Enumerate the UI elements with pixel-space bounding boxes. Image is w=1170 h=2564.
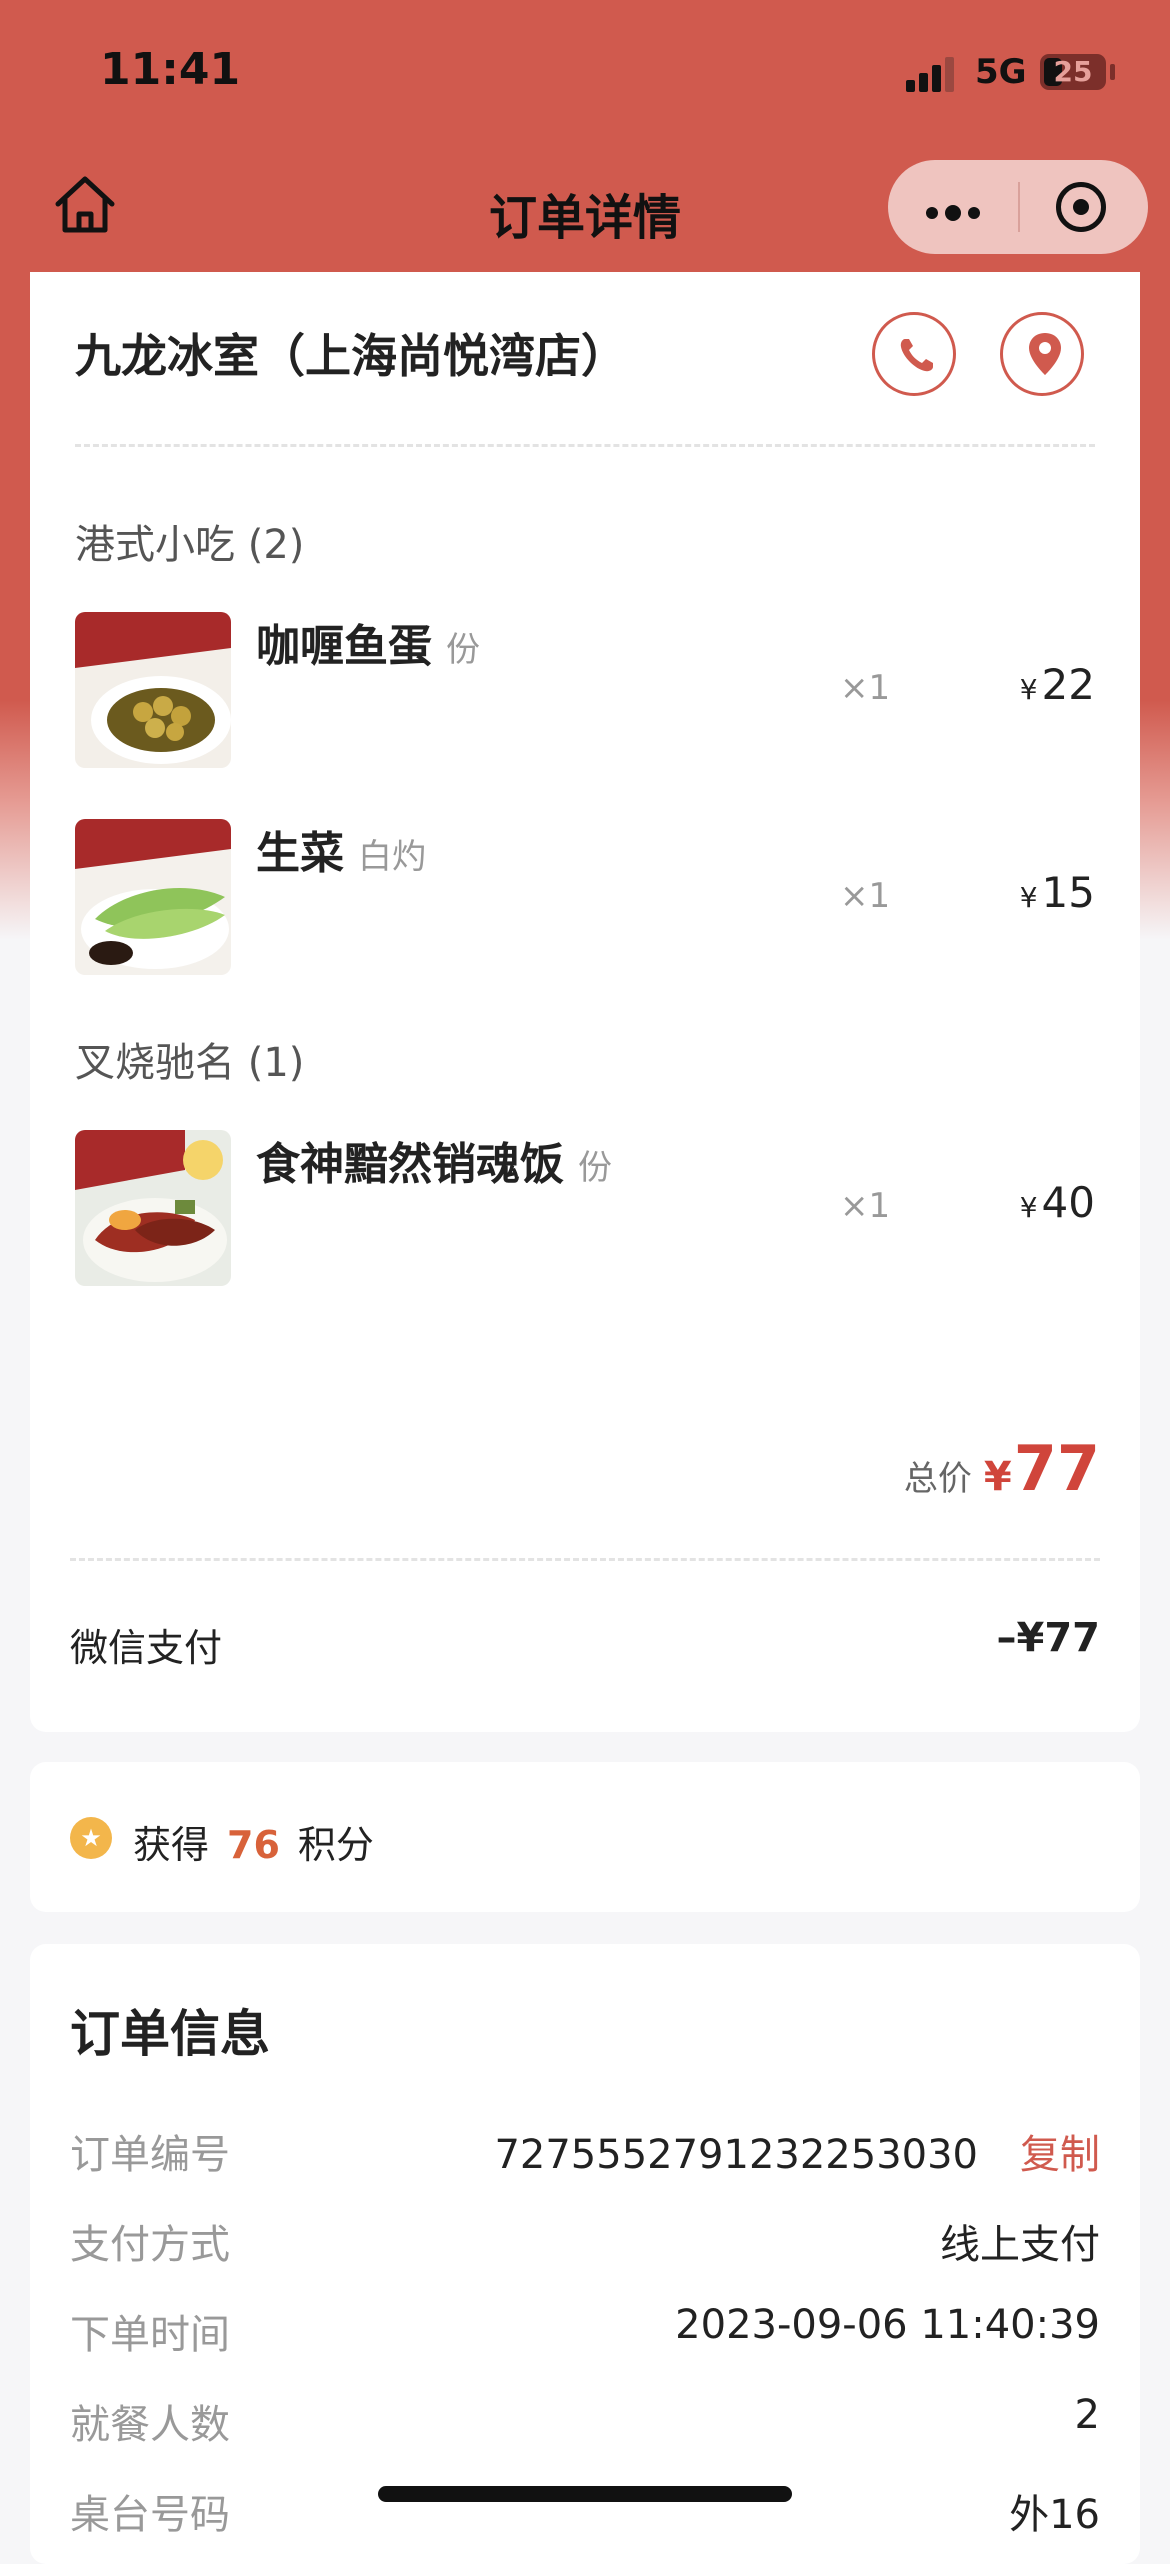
info-key: 支付方式 (70, 2222, 230, 2268)
info-row-order-number: 订单编号 7275552791232253030 复制 (70, 2122, 1100, 2182)
info-key: 就餐人数 (70, 2402, 230, 2448)
dish-name-text: 咖喱鱼蛋 (256, 621, 432, 672)
battery-level: 25 (1053, 55, 1093, 88)
total-label: 总价 (903, 1459, 972, 1499)
info-key: 桌台号码 (70, 2492, 230, 2538)
points-card: ★ 获得 76 积分 (30, 1762, 1140, 1912)
dish-name: 咖喱鱼蛋份 (256, 610, 480, 674)
info-key: 下单时间 (70, 2312, 230, 2358)
dish-image (75, 612, 231, 768)
dish-price: ¥22 (1020, 660, 1095, 709)
store-name: 九龙冰室（上海尚悦湾店） (75, 329, 627, 383)
close-miniapp-button[interactable] (1056, 182, 1106, 232)
miniapp-capsule (888, 160, 1148, 254)
copy-button[interactable]: 复制 (1020, 2132, 1100, 2178)
info-row-order-time: 下单时间 2023-09-06 11:40:39 (70, 2302, 1100, 2362)
phone-icon (900, 339, 933, 372)
total-amount: 77 (1013, 1432, 1100, 1505)
currency-symbol: ¥ (1019, 1191, 1038, 1224)
location-pin-icon (1029, 333, 1061, 375)
dish-price-value: 40 (1041, 1178, 1095, 1227)
network-label: 5G (975, 52, 1027, 92)
points-prefix: 获得 (133, 1823, 210, 1867)
status-time: 11:41 (100, 44, 241, 95)
more-button[interactable] (926, 204, 987, 223)
category-title: 港式小吃 (2) (75, 522, 305, 568)
dish-name: 生菜 白灼 (256, 817, 426, 881)
signal-icon (906, 56, 958, 92)
info-value: 2 (1074, 2392, 1100, 2438)
order-info-card: 订单信息 订单编号 7275552791232253030 复制 支付方式 线上支… (30, 1944, 1140, 2564)
dish-unit: 份 (578, 1148, 612, 1188)
dish-quantity: ×1 (840, 876, 891, 916)
dish-quantity: ×1 (840, 668, 891, 708)
dish-price: ¥15 (1020, 868, 1095, 917)
dish-name-text: 食神黯然销魂饭 (256, 1139, 564, 1190)
points-value: 76 (227, 1823, 280, 1867)
info-value: 7275552791232253030 复制 (494, 2122, 1100, 2180)
info-row-diners: 就餐人数 2 (70, 2392, 1100, 2452)
battery-tip (1110, 64, 1115, 80)
info-value: 2023-09-06 11:40:39 (675, 2302, 1100, 2348)
points-suffix: 积分 (297, 1823, 374, 1867)
info-row-payment-type: 支付方式 线上支付 (70, 2212, 1100, 2272)
call-button[interactable] (872, 312, 956, 396)
divider (70, 1558, 1100, 1561)
location-button[interactable] (1000, 312, 1084, 396)
dish-name: 食神黯然销魂饭份 (256, 1128, 612, 1192)
dish-image (75, 819, 231, 975)
info-value: 外16 (1009, 2492, 1100, 2538)
divider (75, 444, 1095, 447)
dish-price-value: 15 (1041, 868, 1095, 917)
dish-name-text: 生菜 (256, 828, 344, 879)
battery-icon: 25 (1040, 54, 1106, 90)
currency-symbol: ¥ (1019, 881, 1038, 914)
dish-unit: 份 (446, 630, 480, 670)
dish-price: ¥40 (1020, 1178, 1095, 1227)
dish-quantity: ×1 (840, 1186, 891, 1226)
order-card: 九龙冰室（上海尚悦湾店） 港式小吃 (2) 咖喱鱼蛋份 ×1 ¥22 生菜 白灼… (30, 272, 1140, 1732)
order-info-title: 订单信息 (70, 2005, 270, 2063)
currency-symbol: ¥ (1019, 673, 1038, 706)
dish-image (75, 1130, 231, 1286)
category-title: 叉烧驰名 (1) (75, 1040, 305, 1086)
points-coin-icon: ★ (70, 1817, 112, 1859)
order-number: 7275552791232253030 (494, 2132, 978, 2178)
currency-symbol: ¥ (983, 1454, 1012, 1500)
capsule-divider (1018, 182, 1020, 232)
info-value: 线上支付 (940, 2222, 1100, 2268)
points-text: 获得 76 积分 (133, 1814, 374, 1869)
payment-amount: –¥77 (996, 1615, 1101, 1661)
dish-price-value: 22 (1041, 660, 1095, 709)
dish-unit: 白灼 (358, 837, 426, 877)
home-indicator (378, 2486, 792, 2502)
info-key: 订单编号 (70, 2132, 230, 2178)
order-total: 总价 ¥77 (904, 1432, 1100, 1505)
payment-method: 微信支付 (70, 1626, 223, 1670)
